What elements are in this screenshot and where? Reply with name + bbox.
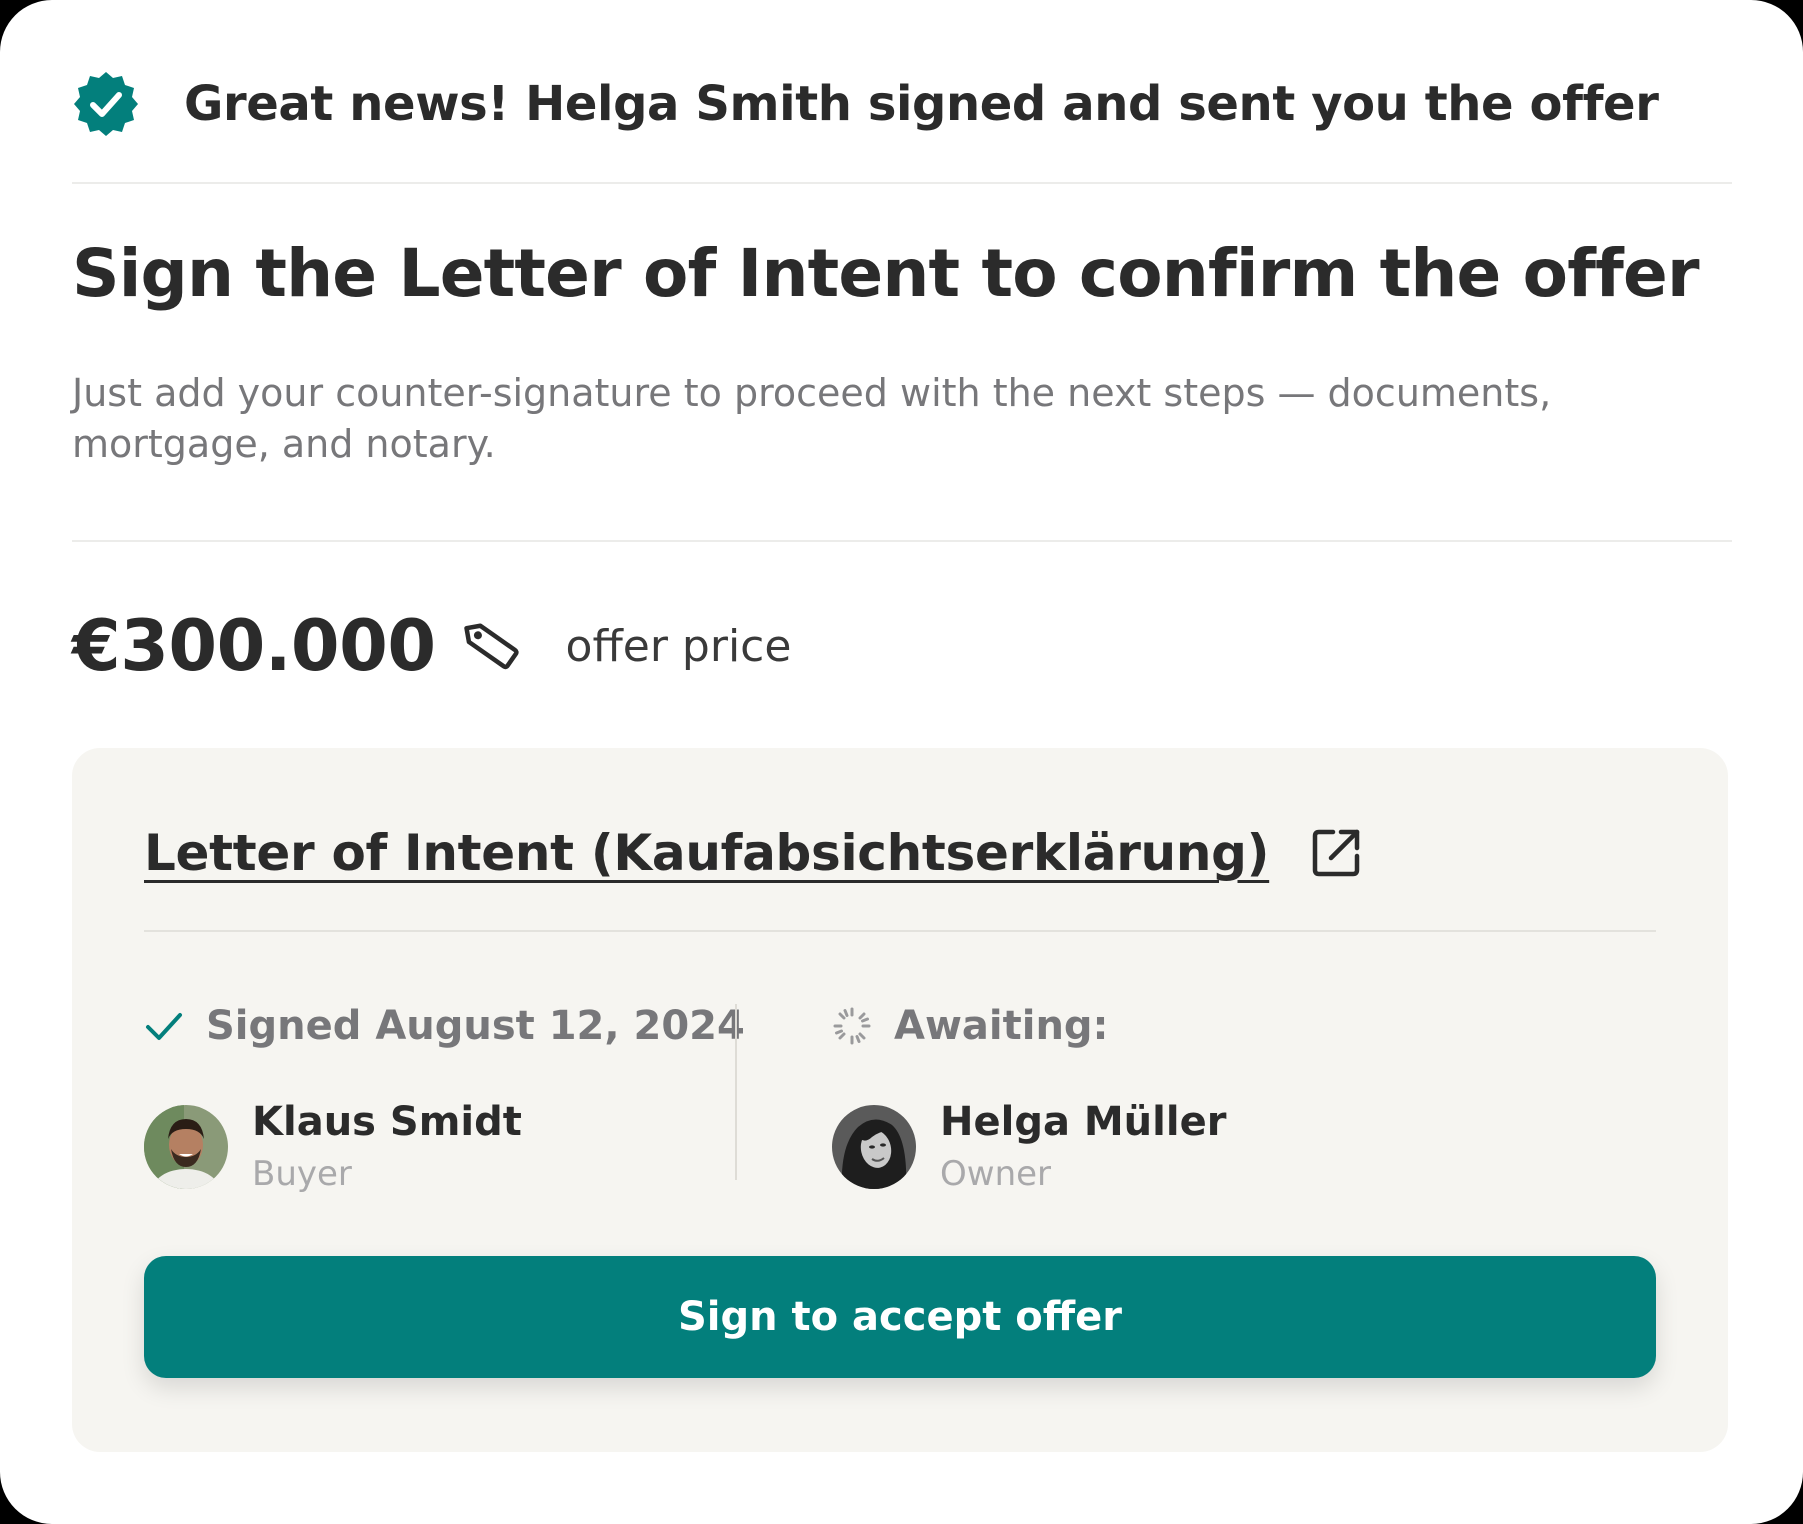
offer-price-amount: €300.000 [72, 605, 436, 687]
owner-name: Helga Müller [940, 1099, 1227, 1145]
external-link-icon[interactable] [1309, 826, 1363, 880]
letter-of-intent-card: Letter of Intent (Kaufabsichtserklärung)… [72, 748, 1728, 1452]
offer-card-page: Great news! Helga Smith signed and sent … [0, 0, 1803, 1524]
owner-role: Owner [940, 1154, 1052, 1194]
notification-banner: Great news! Helga Smith signed and sent … [72, 64, 1732, 144]
signed-status-text: Signed August 12, 2024 [206, 1003, 745, 1049]
sign-to-accept-button[interactable]: Sign to accept offer [144, 1256, 1656, 1378]
checkmark-icon [144, 1006, 184, 1046]
divider [72, 540, 1732, 542]
divider [72, 182, 1732, 184]
verified-badge-icon [72, 70, 140, 138]
buyer-info: Klaus Smidt Buyer [252, 1098, 522, 1196]
awaiting-status-text: Awaiting: [894, 1003, 1109, 1049]
avatar [832, 1105, 916, 1189]
letter-of-intent-link[interactable]: Letter of Intent (Kaufabsichtserklärung) [144, 824, 1269, 882]
signed-column: Signed August 12, 2024 Klaus Smidt Buyer [144, 998, 745, 1196]
buyer-name: Klaus Smidt [252, 1099, 522, 1145]
avatar [144, 1105, 228, 1189]
document-row: Letter of Intent (Kaufabsichtserklärung) [144, 808, 1363, 898]
page-subtitle: Just add your counter-signature to proce… [72, 371, 1552, 466]
loading-spinner-icon [832, 1006, 872, 1046]
page-title: Sign the Letter of Intent to confirm the… [72, 235, 1700, 312]
banner-message: Great news! Helga Smith signed and sent … [184, 76, 1659, 132]
column-separator [735, 1004, 737, 1180]
offer-price-row: €300.000 offer price [72, 600, 791, 692]
signed-status: Signed August 12, 2024 [144, 998, 745, 1054]
price-tag-icon [462, 616, 522, 676]
buyer-role: Buyer [252, 1154, 352, 1194]
awaiting-column: Awaiting: Helga Müller Owner [832, 998, 1532, 1196]
owner-info: Helga Müller Owner [940, 1098, 1226, 1196]
divider [144, 930, 1656, 932]
owner-signatory: Helga Müller Owner [832, 1098, 1532, 1196]
awaiting-status: Awaiting: [832, 998, 1532, 1054]
offer-price-label: offer price [565, 620, 792, 672]
buyer-signatory: Klaus Smidt Buyer [144, 1098, 704, 1196]
